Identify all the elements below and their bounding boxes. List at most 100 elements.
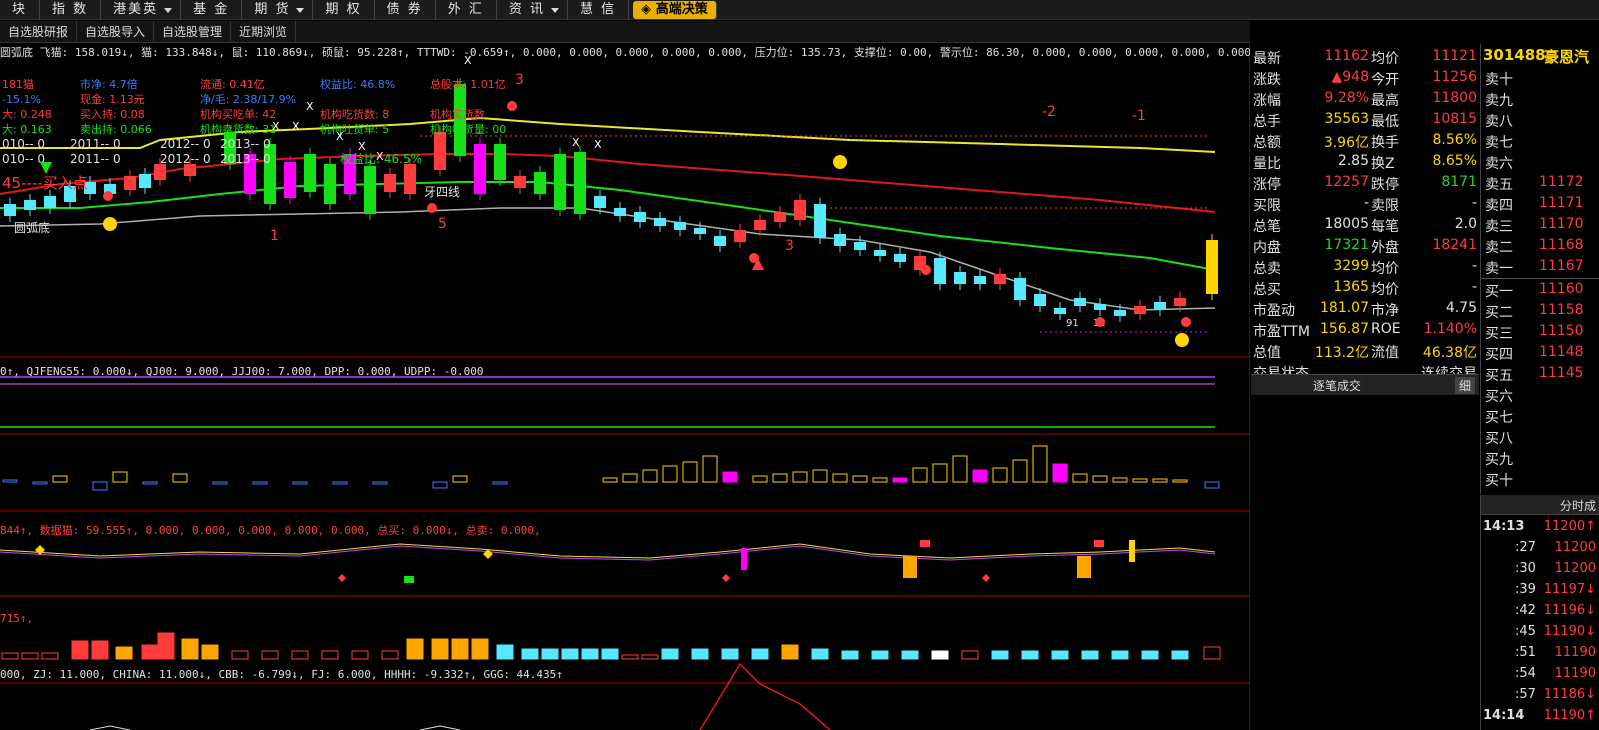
menu-premium-decision[interactable]: ◈ 高端决策: [633, 1, 717, 19]
menu-bonds[interactable]: 债 券: [375, 0, 436, 20]
flow-bar: [661, 648, 679, 660]
candle-body: [1094, 304, 1106, 310]
ask-level[interactable]: 卖七: [1481, 131, 1599, 152]
flow-bar: [201, 644, 219, 660]
ask-level[interactable]: 卖十: [1481, 68, 1599, 89]
ask-level[interactable]: 卖九: [1481, 89, 1599, 110]
menu-block[interactable]: 块: [0, 0, 41, 20]
tick-price: 11200: [1554, 540, 1596, 555]
detail-button[interactable]: 细: [1454, 377, 1475, 394]
ask-level[interactable]: 卖四 11171: [1481, 194, 1599, 215]
bid-level-price: 11150: [1539, 323, 1584, 339]
flow-bar: [561, 648, 579, 660]
ask-level[interactable]: 卖八: [1481, 110, 1599, 131]
quote-value: 2.0: [1454, 216, 1477, 232]
overlay-year-stat: 2012-- 0: [160, 152, 211, 166]
menu-hk-us-uk[interactable]: 港美英: [101, 0, 182, 20]
quote-label: 卖限: [1371, 198, 1399, 214]
candle-body: [1054, 308, 1066, 314]
flow-bar: [751, 648, 769, 660]
bid-level[interactable]: 买九: [1481, 448, 1599, 469]
sub-tabs: 自选股研报 自选股导入 自选股管理 近期浏览: [0, 21, 1250, 43]
overlay-year-stat: 2013-- 0: [220, 152, 271, 166]
ask-level[interactable]: 卖五 11172: [1481, 173, 1599, 194]
indicator-bar: [292, 481, 308, 485]
ask-level[interactable]: 卖六: [1481, 152, 1599, 173]
indicator-bar: [682, 461, 698, 483]
quote-value: 9.28%: [1324, 90, 1369, 106]
quote-value: -: [1471, 195, 1477, 211]
bid-level[interactable]: 买六: [1481, 385, 1599, 406]
quote-value: -: [1471, 279, 1477, 295]
wave-number: 3: [785, 238, 794, 254]
wave-number: 5: [438, 216, 447, 232]
ask-level[interactable]: 卖二 11168: [1481, 236, 1599, 257]
indicator-bar: [492, 481, 508, 485]
bid-level[interactable]: 买十: [1481, 469, 1599, 490]
tab-watchlist-import[interactable]: 自选股导入: [77, 21, 155, 42]
tab-minute-trades[interactable]: 分时成: [1560, 497, 1596, 514]
smiley-icon: [833, 155, 847, 169]
bid-level[interactable]: 买三 11150: [1481, 322, 1599, 343]
quote-panel: 最新 11162 均价 11121 涨跌 ▲948 今开 11256 涨幅 9.28% 最高 1180…: [1251, 44, 1479, 395]
candle-body: [434, 132, 446, 170]
overlay-stat: 卖出持: 0.066: [80, 122, 152, 136]
indicator-bar: [752, 475, 768, 483]
indicator-bar: [992, 467, 1008, 483]
sun-icon: [427, 203, 437, 213]
flag-icon: [404, 576, 414, 583]
menu-news[interactable]: 资 讯: [497, 0, 569, 20]
tab-watchlist-manage[interactable]: 自选股管理: [154, 21, 232, 42]
candle-body: [674, 222, 686, 230]
bid-level[interactable]: 买七: [1481, 406, 1599, 427]
chart-area[interactable]: 181猫 市净: 4.7倍 流通: 0.41亿 权益比: 46.8% 总股本: 1.01…: [0, 44, 1250, 730]
ask-level-price: 11168: [1539, 237, 1584, 253]
tick-price: 11200: [1554, 561, 1596, 576]
smiley-icon: [103, 217, 117, 231]
quote-value: 181.07: [1320, 300, 1369, 316]
diamond-marker: [35, 545, 45, 555]
quote-value: 2.85: [1337, 153, 1369, 169]
bid-level[interactable]: 买五 11145: [1481, 364, 1599, 385]
indicator-bar: [52, 475, 68, 483]
overlay-stat: 181猫: [2, 78, 34, 91]
flow-bar: [1081, 650, 1099, 660]
candle-body: [974, 276, 986, 284]
bid-level[interactable]: 买一 11160: [1481, 280, 1599, 301]
overlay-stat: 现金: 1.13元: [80, 92, 145, 106]
candle-body: [324, 164, 336, 204]
bid-level[interactable]: 买四 11148: [1481, 343, 1599, 364]
quote-label: 均价: [1371, 51, 1399, 67]
menu-forex[interactable]: 外 汇: [436, 0, 497, 20]
ask-level[interactable]: 卖一 11167: [1481, 257, 1599, 278]
menu-options[interactable]: 期 权: [313, 0, 375, 20]
candle-body: [514, 176, 526, 188]
wave-number: -2: [1042, 104, 1056, 120]
quote-value: 8.65%: [1432, 153, 1477, 169]
tab-recent-browse[interactable]: 近期浏览: [231, 21, 297, 42]
menu-fund[interactable]: 基 金: [181, 0, 243, 20]
indicator-bar: [952, 455, 968, 483]
quote-row: 市盈动 181.07 市净 4.75: [1251, 298, 1479, 319]
menu-futures[interactable]: 期 货: [242, 0, 314, 20]
flow-bar: [496, 644, 514, 660]
ask-level[interactable]: 卖三 11170: [1481, 215, 1599, 236]
signal-bar: [741, 548, 747, 570]
tab-tick-trades[interactable]: 逐笔成交: [1313, 377, 1361, 394]
signal-bar: [1077, 556, 1091, 578]
bid-level[interactable]: 买二 11158: [1481, 301, 1599, 322]
candle-body: [954, 272, 966, 284]
tick-price: 11190↓: [1543, 624, 1596, 639]
quote-value: 11256: [1432, 69, 1477, 85]
quote-label: 总额: [1253, 135, 1281, 151]
bid-level-price: 11148: [1539, 344, 1584, 360]
indicator-bar: [662, 465, 678, 483]
bid-level[interactable]: 买八: [1481, 427, 1599, 448]
menu-index[interactable]: 指 数: [40, 0, 102, 20]
quote-label: ROE: [1371, 321, 1401, 337]
menu-huixin[interactable]: 慧 信: [568, 0, 630, 20]
flow-bar: [541, 648, 559, 660]
tick-row: :30 11200: [1481, 559, 1599, 579]
flow-bar: [811, 648, 829, 660]
tab-watchlist-research[interactable]: 自选股研报: [0, 21, 78, 42]
